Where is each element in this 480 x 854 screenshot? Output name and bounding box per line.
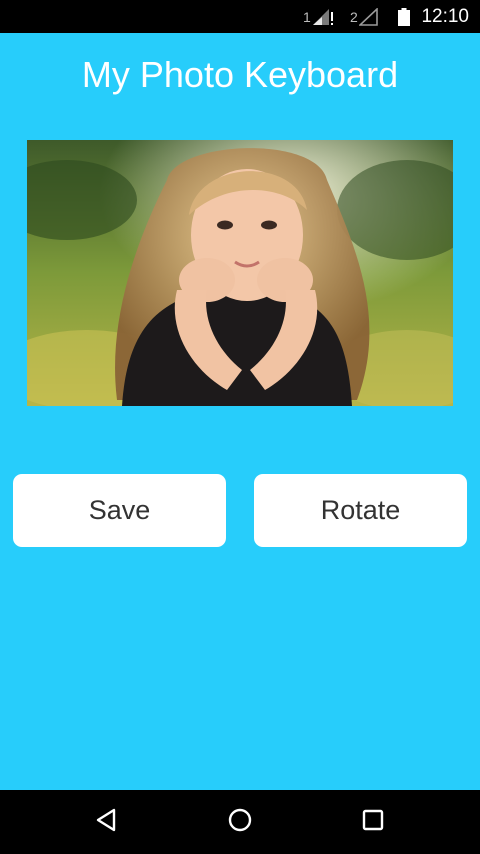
home-button[interactable]: [200, 790, 280, 854]
signal-empty-icon: [358, 7, 379, 26]
page-title: My Photo Keyboard: [81, 54, 399, 95]
sim1-label: 1: [303, 8, 311, 25]
rotate-button[interactable]: Rotate: [254, 474, 467, 547]
sim2-signal: 2: [350, 0, 379, 33]
recents-square-icon: [360, 807, 386, 838]
navigation-bar: [0, 790, 480, 854]
battery-full-icon: [398, 8, 410, 26]
sim1-signal: 1: [303, 0, 334, 33]
save-button[interactable]: Save: [13, 474, 226, 547]
signal-no-data-icon: [312, 8, 334, 26]
status-clock: 12:10: [421, 5, 469, 27]
back-triangle-icon: [94, 807, 120, 838]
recents-button[interactable]: [333, 790, 413, 854]
home-circle-icon: [227, 807, 253, 838]
app-screen: 1 2 12:10 My Photo Keyboard Save Rotate: [0, 0, 480, 854]
sim2-label: 2: [350, 8, 358, 25]
photo-image: [27, 140, 453, 406]
status-bar: 1 2 12:10: [0, 0, 480, 33]
back-button[interactable]: [67, 790, 147, 854]
